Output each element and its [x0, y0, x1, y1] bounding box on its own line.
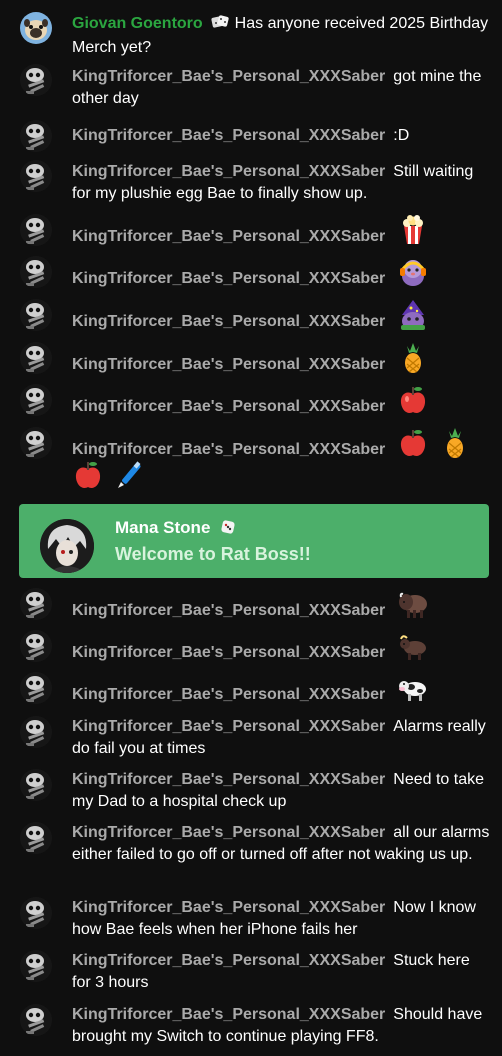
- avatar[interactable]: [20, 160, 52, 192]
- skull-avatar-icon: [20, 120, 52, 152]
- popcorn-icon: [397, 214, 429, 259]
- emoji-row: [72, 459, 152, 493]
- skull-avatar-icon: [20, 950, 52, 982]
- author-name[interactable]: KingTriforcer_Bae's_Personal_XXXSaber: [72, 356, 385, 373]
- author-name[interactable]: KingTriforcer_Bae's_Personal_XXXSaber: [72, 952, 385, 969]
- skull-avatar-icon: [20, 897, 52, 929]
- skull-avatar-icon: [20, 769, 52, 801]
- skull-avatar-icon: [20, 214, 52, 246]
- avatar[interactable]: [20, 299, 52, 331]
- author-name[interactable]: KingTriforcer_Bae's_Personal_XXXSaber: [72, 441, 385, 458]
- avatar[interactable]: [20, 256, 52, 288]
- pineapple-icon: [439, 427, 471, 472]
- avatar[interactable]: [20, 1004, 52, 1036]
- author-name[interactable]: KingTriforcer_Bae's_Personal_XXXSaber: [72, 824, 385, 841]
- dice-badge-icon: [219, 519, 237, 540]
- avatar[interactable]: [20, 630, 52, 662]
- skull-avatar-icon: [20, 342, 52, 374]
- author-name[interactable]: KingTriforcer_Bae's_Personal_XXXSaber: [72, 602, 385, 619]
- message-body: KingTriforcer_Bae's_Personal_XXXSaber Stu…: [72, 950, 490, 994]
- avatar[interactable]: [20, 384, 52, 416]
- apple-icon: [397, 384, 429, 429]
- message-body: KingTriforcer_Bae's_Personal_XXXSaber: [72, 588, 490, 633]
- skull-avatar-icon: [20, 299, 52, 331]
- message-body: KingTriforcer_Bae's_Personal_XXXSaber: [72, 384, 490, 429]
- pineapple-icon: [397, 342, 429, 387]
- skull-avatar-icon: [20, 672, 52, 704]
- author-name[interactable]: KingTriforcer_Bae's_Personal_XXXSaber: [72, 771, 385, 788]
- apple-icon: [72, 459, 104, 496]
- apple-icon: [397, 427, 429, 472]
- pen-icon: [114, 459, 146, 496]
- skull-avatar-icon: [20, 630, 52, 662]
- member-author[interactable]: Mana Stone: [115, 518, 210, 537]
- bison-icon: [397, 588, 429, 633]
- rat-headphones-icon: [397, 256, 429, 301]
- member-avatar[interactable]: [40, 519, 94, 573]
- avatar[interactable]: [20, 716, 52, 748]
- message-body: KingTriforcer_Bae's_Personal_XXXSaber Sti…: [72, 161, 490, 205]
- membership-card: Mana Stone Welcome to Rat Boss!!: [19, 504, 489, 578]
- message-body: KingTriforcer_Bae's_Personal_XXXSaber: [72, 299, 490, 344]
- avatar[interactable]: [20, 64, 52, 96]
- avatar[interactable]: [20, 427, 52, 459]
- message-body: KingTriforcer_Bae's_Personal_XXXSaber Ala…: [72, 716, 490, 760]
- dice-badge-icon: [211, 14, 229, 37]
- pug-avatar-icon: [20, 12, 52, 44]
- skull-avatar-icon: [20, 256, 52, 288]
- rat-wizard-icon: [397, 299, 429, 344]
- anime-avatar-icon: [40, 519, 94, 573]
- skull-avatar-icon: [20, 1004, 52, 1036]
- author-name[interactable]: KingTriforcer_Bae's_Personal_XXXSaber: [72, 163, 385, 180]
- message-body: Giovan Goentoro Has anyone received 2025 …: [72, 13, 490, 59]
- message-body: KingTriforcer_Bae's_Personal_XXXSaber Now…: [72, 897, 490, 941]
- live-chat: Giovan Goentoro Has anyone received 2025 …: [0, 0, 502, 1056]
- message-body: KingTriforcer_Bae's_Personal_XXXSaber: [72, 630, 490, 675]
- author-name[interactable]: KingTriforcer_Bae's_Personal_XXXSaber: [72, 899, 385, 916]
- message-body: KingTriforcer_Bae's_Personal_XXXSaber: [72, 672, 490, 717]
- message-body: KingTriforcer_Bae's_Personal_XXXSaber Nee…: [72, 769, 490, 813]
- author-name[interactable]: KingTriforcer_Bae's_Personal_XXXSaber: [72, 270, 385, 287]
- message-body: KingTriforcer_Bae's_Personal_XXXSaber: [72, 256, 490, 301]
- author-name[interactable]: KingTriforcer_Bae's_Personal_XXXSaber: [72, 68, 385, 85]
- author-name[interactable]: KingTriforcer_Bae's_Personal_XXXSaber: [72, 686, 385, 703]
- author-name[interactable]: KingTriforcer_Bae's_Personal_XXXSaber: [72, 644, 385, 661]
- message-body: KingTriforcer_Bae's_Personal_XXXSaber Sho…: [72, 1004, 490, 1048]
- avatar[interactable]: [20, 588, 52, 620]
- avatar[interactable]: [20, 950, 52, 982]
- author-name[interactable]: KingTriforcer_Bae's_Personal_XXXSaber: [72, 398, 385, 415]
- message-body: KingTriforcer_Bae's_Personal_XXXSaber: [72, 214, 490, 259]
- skull-avatar-icon: [20, 716, 52, 748]
- skull-avatar-icon: [20, 64, 52, 96]
- avatar[interactable]: [20, 769, 52, 801]
- message-body: KingTriforcer_Bae's_Personal_XXXSaber all…: [72, 822, 490, 866]
- author-name[interactable]: KingTriforcer_Bae's_Personal_XXXSaber: [72, 1006, 385, 1023]
- author-name[interactable]: Giovan Goentoro: [72, 15, 203, 32]
- skull-avatar-icon: [20, 588, 52, 620]
- avatar[interactable]: [20, 672, 52, 704]
- avatar[interactable]: [20, 897, 52, 929]
- avatar[interactable]: [20, 12, 52, 44]
- skull-avatar-icon: [20, 822, 52, 854]
- skull-avatar-icon: [20, 160, 52, 192]
- avatar[interactable]: [20, 822, 52, 854]
- author-name[interactable]: KingTriforcer_Bae's_Personal_XXXSaber: [72, 718, 385, 735]
- author-name[interactable]: KingTriforcer_Bae's_Personal_XXXSaber: [72, 228, 385, 245]
- author-name[interactable]: KingTriforcer_Bae's_Personal_XXXSaber: [72, 127, 385, 144]
- message-text: :D: [393, 127, 410, 144]
- avatar[interactable]: [20, 120, 52, 152]
- ox-icon: [397, 630, 429, 675]
- message-body: KingTriforcer_Bae's_Personal_XXXSaber :D: [72, 125, 490, 147]
- avatar[interactable]: [20, 342, 52, 374]
- author-name[interactable]: KingTriforcer_Bae's_Personal_XXXSaber: [72, 313, 385, 330]
- message-body: KingTriforcer_Bae's_Personal_XXXSaber got…: [72, 66, 490, 110]
- skull-avatar-icon: [20, 427, 52, 459]
- cow-icon: [397, 672, 429, 717]
- skull-avatar-icon: [20, 384, 52, 416]
- avatar[interactable]: [20, 214, 52, 246]
- membership-message: Welcome to Rat Boss!!: [115, 544, 311, 564]
- member-name-row: Mana Stone: [115, 518, 237, 540]
- message-body: KingTriforcer_Bae's_Personal_XXXSaber: [72, 342, 490, 387]
